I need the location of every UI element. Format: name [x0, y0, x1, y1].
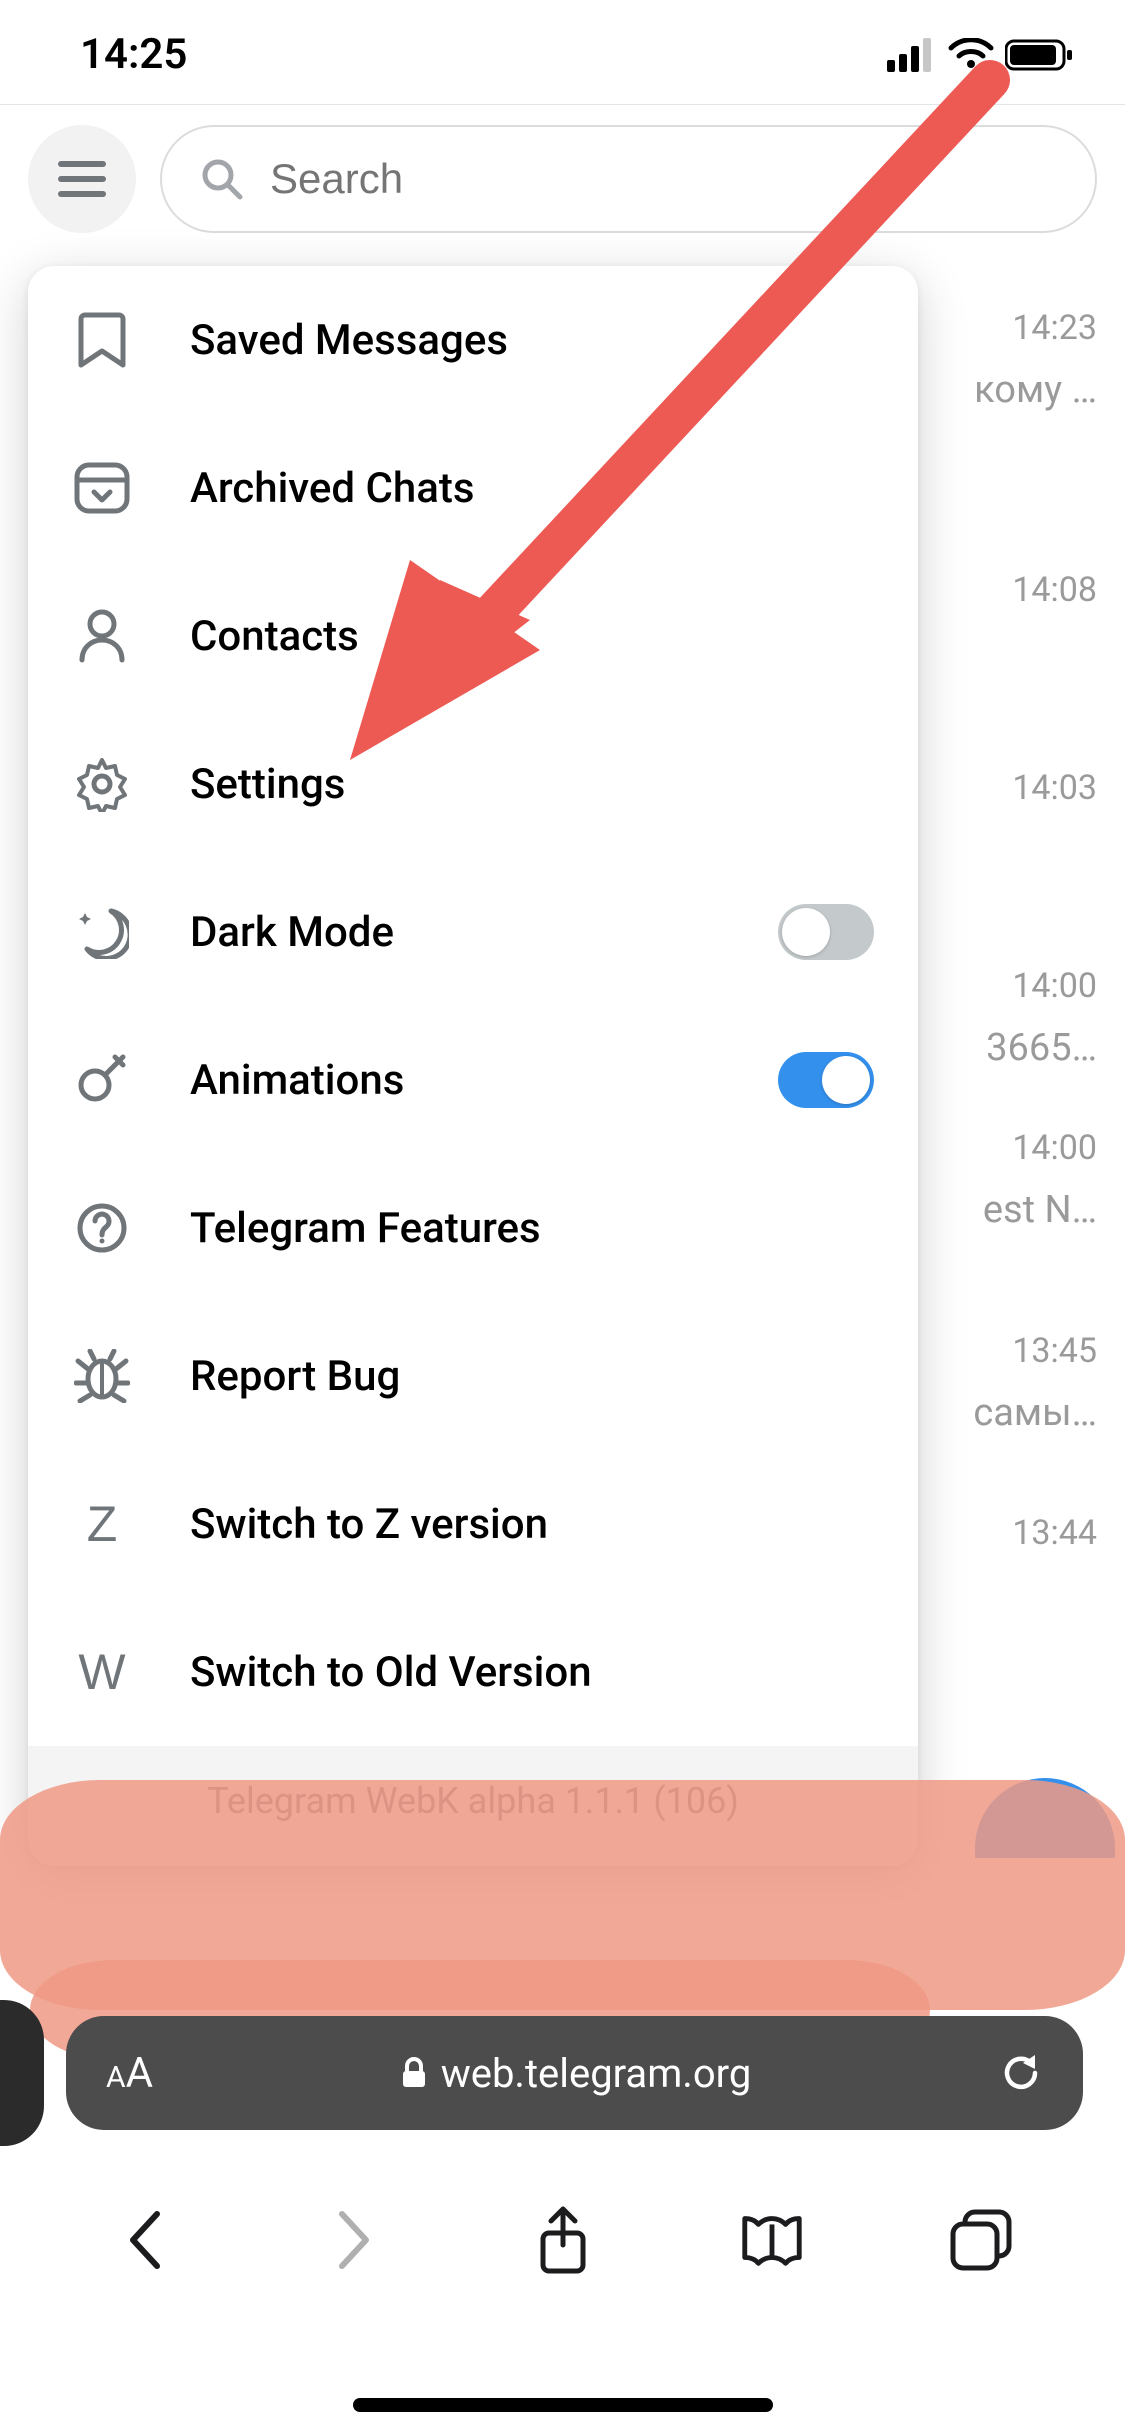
- dark-mode-toggle[interactable]: [778, 904, 874, 960]
- back-button[interactable]: [110, 2205, 180, 2275]
- chat-peek: 14:03: [897, 760, 1097, 818]
- lock-icon: [401, 2057, 427, 2089]
- chat-peek: 14:00 est N…: [897, 1120, 1097, 1242]
- share-button[interactable]: [528, 2205, 598, 2275]
- menu-item-label: Archived Chats: [190, 464, 874, 513]
- tabs-button[interactable]: [946, 2205, 1016, 2275]
- menu-item-label: Dark Mode: [190, 908, 720, 957]
- saved-messages-menu-item[interactable]: Saved Messages: [28, 266, 918, 414]
- battery-icon: [1005, 38, 1075, 72]
- chat-peek: 13:45 самы…: [897, 1323, 1097, 1445]
- search-field[interactable]: [160, 125, 1097, 233]
- menu-item-label: Contacts: [190, 612, 874, 661]
- sparkle-icon: [72, 1050, 132, 1110]
- bookmarks-button[interactable]: [737, 2205, 807, 2275]
- main-menu-popover: Saved Messages Archived Chats Contacts S…: [28, 266, 918, 1866]
- menu-item-label: Telegram Features: [190, 1204, 874, 1253]
- gear-icon: [72, 754, 132, 814]
- text-size-button[interactable]: AA: [106, 2049, 153, 2098]
- url-text: web.telegram.org: [441, 2050, 752, 2097]
- forward-button[interactable]: [319, 2205, 389, 2275]
- w-letter-icon: W: [72, 1642, 132, 1702]
- menu-item-label: Animations: [190, 1056, 720, 1105]
- search-icon: [200, 157, 244, 201]
- menu-item-label: Saved Messages: [190, 316, 874, 365]
- moon-icon: [72, 902, 132, 962]
- menu-item-label: Report Bug: [190, 1352, 874, 1401]
- dark-mode-menu-item[interactable]: Dark Mode: [28, 858, 918, 1006]
- archive-icon: [72, 458, 132, 518]
- bookmark-icon: [72, 310, 132, 370]
- animations-toggle[interactable]: [778, 1052, 874, 1108]
- chat-peek: 14:23 кому …: [897, 300, 1097, 422]
- chat-peek: 13:44: [897, 1505, 1097, 1563]
- z-letter-icon: Z: [72, 1494, 132, 1554]
- wifi-icon: [947, 38, 995, 72]
- switch-z-version-menu-item[interactable]: Z Switch to Z version: [28, 1450, 918, 1598]
- cellular-icon: [887, 38, 937, 72]
- report-bug-menu-item[interactable]: Report Bug: [28, 1302, 918, 1450]
- reload-icon[interactable]: [999, 2051, 1043, 2095]
- archived-chats-menu-item[interactable]: Archived Chats: [28, 414, 918, 562]
- app-header: [0, 104, 1125, 261]
- safari-toolbar: [0, 2170, 1125, 2310]
- hamburger-icon: [58, 159, 106, 199]
- animations-menu-item[interactable]: Animations: [28, 1006, 918, 1154]
- menu-item-label: Settings: [190, 760, 874, 809]
- chat-peek: 14:08: [897, 562, 1097, 620]
- switch-old-version-menu-item[interactable]: W Switch to Old Version: [28, 1598, 918, 1746]
- search-input[interactable]: [270, 155, 1057, 203]
- safari-address-bar[interactable]: AA web.telegram.org: [66, 2016, 1083, 2130]
- status-time: 14:25: [80, 30, 187, 79]
- status-bar: 14:25: [0, 0, 1125, 104]
- menu-item-label: Switch to Z version: [190, 1500, 874, 1549]
- menu-item-label: Switch to Old Version: [190, 1648, 874, 1697]
- chat-peek: 14:00 3665…: [897, 958, 1097, 1080]
- hamburger-menu-button[interactable]: [28, 125, 136, 233]
- help-icon: [72, 1198, 132, 1258]
- user-icon: [72, 606, 132, 666]
- settings-menu-item[interactable]: Settings: [28, 710, 918, 858]
- chat-list-background: 14:23 кому … 14:08 14:03 14:00 3665… 14:…: [897, 300, 1097, 1563]
- bug-icon: [72, 1346, 132, 1406]
- home-indicator: [353, 2398, 773, 2412]
- safari-tab-peek[interactable]: [0, 2000, 44, 2146]
- telegram-features-menu-item[interactable]: Telegram Features: [28, 1154, 918, 1302]
- contacts-menu-item[interactable]: Contacts: [28, 562, 918, 710]
